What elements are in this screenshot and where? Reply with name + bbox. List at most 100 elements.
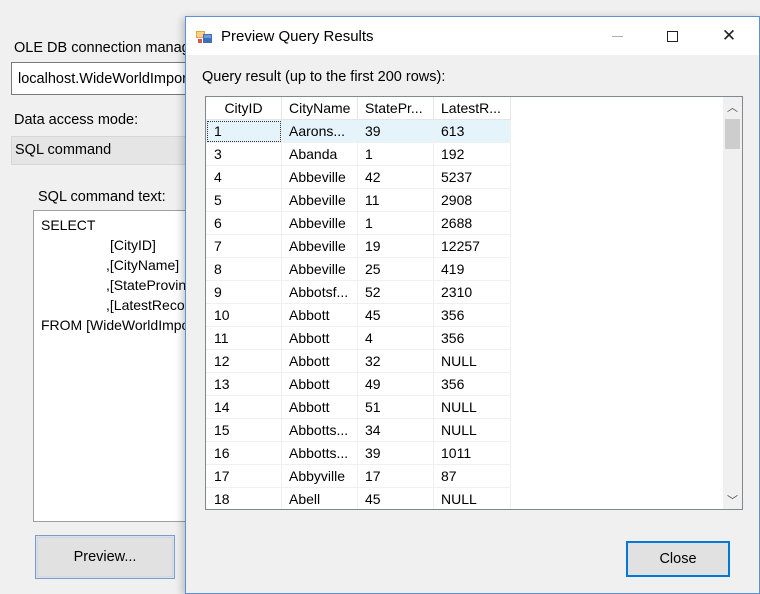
table-row[interactable]: 13 Abbott 49 356 xyxy=(206,373,512,396)
table-cell[interactable]: 5 xyxy=(206,189,282,212)
table-cell[interactable]: 39 xyxy=(358,120,434,143)
table-cell[interactable]: 45 xyxy=(358,304,434,327)
table-cell[interactable]: Aarons... xyxy=(282,120,358,143)
table-cell[interactable]: 32 xyxy=(358,350,434,373)
table-cell[interactable]: Abbott xyxy=(282,373,358,396)
table-cell[interactable]: 34 xyxy=(358,419,434,442)
table-row[interactable]: 3 Abanda 1 192 xyxy=(206,143,512,166)
table-row[interactable]: 14 Abbott 51 NULL xyxy=(206,396,512,419)
table-cell[interactable]: 10 xyxy=(206,304,282,327)
table-cell[interactable]: Abbotsf... xyxy=(282,281,358,304)
table-cell[interactable]: Abbott xyxy=(282,350,358,373)
table-row[interactable]: 5 Abbeville 11 2908 xyxy=(206,189,512,212)
table-cell[interactable]: 4 xyxy=(206,166,282,189)
table-row[interactable]: 18 Abell 45 NULL xyxy=(206,488,512,509)
table-cell[interactable]: 19 xyxy=(358,235,434,258)
table-cell[interactable]: Abbott xyxy=(282,304,358,327)
table-cell[interactable]: Abbeville xyxy=(282,212,358,235)
table-cell[interactable]: 356 xyxy=(434,373,511,396)
table-cell[interactable]: Abbotts... xyxy=(282,419,358,442)
table-cell[interactable]: NULL xyxy=(434,396,511,419)
table-cell[interactable]: Abbeville xyxy=(282,235,358,258)
table-cell[interactable]: 17 xyxy=(206,465,282,488)
table-row[interactable]: 1 Aarons... 39 613 xyxy=(206,120,512,143)
table-cell[interactable]: 87 xyxy=(434,465,511,488)
table-cell[interactable]: 2310 xyxy=(434,281,511,304)
table-cell[interactable]: 7 xyxy=(206,235,282,258)
table-cell[interactable]: 419 xyxy=(434,258,511,281)
table-cell[interactable]: 51 xyxy=(358,396,434,419)
table-cell[interactable]: 6 xyxy=(206,212,282,235)
table-cell[interactable]: 4 xyxy=(358,327,434,350)
table-row[interactable]: 17 Abbyville 17 87 xyxy=(206,465,512,488)
table-cell[interactable]: NULL xyxy=(434,350,511,373)
table-cell[interactable]: 11 xyxy=(358,189,434,212)
table-cell[interactable]: 12 xyxy=(206,350,282,373)
table-cell[interactable]: Abbeville xyxy=(282,166,358,189)
table-row[interactable]: 16 Abbotts... 39 1011 xyxy=(206,442,512,465)
table-cell[interactable]: Abbott xyxy=(282,396,358,419)
close-button[interactable]: Close xyxy=(626,541,730,577)
table-cell[interactable]: 18 xyxy=(206,488,282,509)
vertical-scrollbar[interactable]: ︿ ﹀ xyxy=(723,97,742,509)
table-row[interactable]: 8 Abbeville 25 419 xyxy=(206,258,512,281)
table-cell[interactable]: 14 xyxy=(206,396,282,419)
table-row[interactable]: 12 Abbott 32 NULL xyxy=(206,350,512,373)
table-cell[interactable]: Abell xyxy=(282,488,358,509)
table-cell[interactable]: 356 xyxy=(434,304,511,327)
connection-manager-field[interactable]: localhost.WideWorldImporters xyxy=(11,62,211,95)
table-cell[interactable]: 1 xyxy=(358,212,434,235)
table-cell[interactable]: 356 xyxy=(434,327,511,350)
column-header-cityname[interactable]: CityName xyxy=(282,97,358,120)
table-cell[interactable]: Abbeville xyxy=(282,189,358,212)
table-cell[interactable]: NULL xyxy=(434,419,511,442)
maximize-button[interactable] xyxy=(649,17,695,55)
table-cell[interactable]: Abbeville xyxy=(282,258,358,281)
table-cell[interactable]: Abbotts... xyxy=(282,442,358,465)
table-cell[interactable]: 1 xyxy=(358,143,434,166)
column-header-stateprovince[interactable]: StatePr... xyxy=(358,97,434,120)
table-row[interactable]: 10 Abbott 45 356 xyxy=(206,304,512,327)
table-cell[interactable]: 2908 xyxy=(434,189,511,212)
table-cell[interactable]: 1 xyxy=(206,120,282,143)
table-cell[interactable]: 8 xyxy=(206,258,282,281)
results-grid[interactable]: CityID CityName StatePr... LatestR... 1A… xyxy=(205,96,743,510)
table-cell[interactable]: 2688 xyxy=(434,212,511,235)
preview-button[interactable]: Preview... xyxy=(35,535,175,579)
close-window-button[interactable]: ✕ xyxy=(706,17,752,55)
table-cell[interactable]: 13 xyxy=(206,373,282,396)
access-mode-select[interactable]: SQL command xyxy=(11,136,211,165)
title-bar[interactable]: Preview Query Results ✕ xyxy=(186,17,759,55)
table-cell[interactable]: Abbyville xyxy=(282,465,358,488)
table-row[interactable]: 15 Abbotts... 34 NULL xyxy=(206,419,512,442)
table-row[interactable]: 6 Abbeville 1 2688 xyxy=(206,212,512,235)
scroll-down-icon[interactable]: ﹀ xyxy=(723,490,742,509)
scrollbar-thumb[interactable] xyxy=(725,119,740,149)
table-row[interactable]: 7 Abbeville 19 12257 xyxy=(206,235,512,258)
table-cell[interactable]: 42 xyxy=(358,166,434,189)
table-cell[interactable]: 52 xyxy=(358,281,434,304)
table-cell[interactable]: 49 xyxy=(358,373,434,396)
table-cell[interactable]: 16 xyxy=(206,442,282,465)
table-cell[interactable]: 9 xyxy=(206,281,282,304)
column-header-cityid[interactable]: CityID xyxy=(206,97,282,120)
minimize-button[interactable] xyxy=(594,17,640,55)
scroll-up-icon[interactable]: ︿ xyxy=(723,97,742,116)
table-cell[interactable]: 15 xyxy=(206,419,282,442)
table-cell[interactable]: 613 xyxy=(434,120,511,143)
table-cell[interactable]: 39 xyxy=(358,442,434,465)
table-cell[interactable]: 3 xyxy=(206,143,282,166)
table-cell[interactable]: Abanda xyxy=(282,143,358,166)
table-cell[interactable]: NULL xyxy=(434,488,511,509)
table-cell[interactable]: 5237 xyxy=(434,166,511,189)
column-header-latestrecorded[interactable]: LatestR... xyxy=(434,97,511,120)
table-row[interactable]: 11 Abbott 4 356 xyxy=(206,327,512,350)
table-row[interactable]: 9 Abbotsf... 52 2310 xyxy=(206,281,512,304)
table-cell[interactable]: 45 xyxy=(358,488,434,509)
table-cell[interactable]: 1011 xyxy=(434,442,511,465)
table-cell[interactable]: 12257 xyxy=(434,235,511,258)
table-cell[interactable]: Abbott xyxy=(282,327,358,350)
table-row[interactable]: 4 Abbeville 42 5237 xyxy=(206,166,512,189)
table-cell[interactable]: 11 xyxy=(206,327,282,350)
table-cell[interactable]: 17 xyxy=(358,465,434,488)
